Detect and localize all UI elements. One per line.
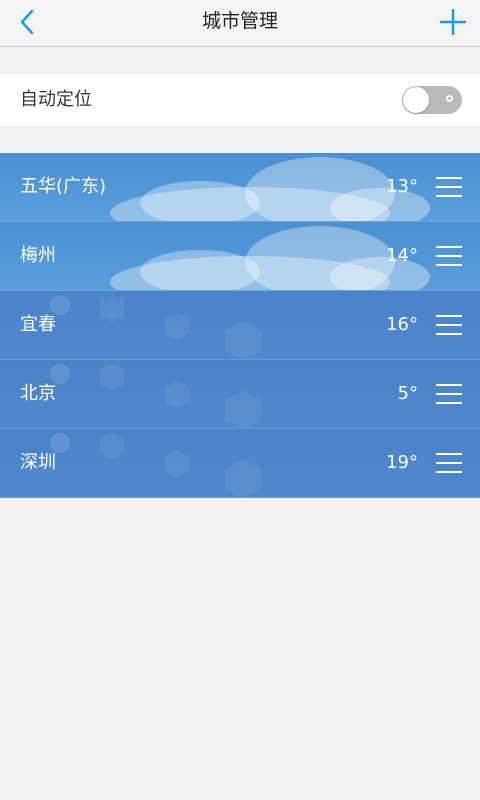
city-list: 五华(广东) 13° 梅州 14° 宜春 16° 北京 5° 深圳 19° bbox=[0, 153, 480, 498]
city-temperature: 14° bbox=[386, 245, 418, 266]
city-name: 北京 bbox=[20, 383, 56, 404]
city-list-item[interactable]: 五华(广东) 13° bbox=[0, 153, 480, 222]
add-city-button[interactable] bbox=[436, 4, 470, 40]
auto-locate-label: 自动定位 bbox=[20, 89, 92, 110]
city-list-item[interactable]: 北京 5° bbox=[0, 360, 480, 429]
city-temperature: 16° bbox=[386, 314, 418, 335]
drag-handle-icon[interactable] bbox=[436, 384, 462, 404]
auto-locate-toggle[interactable] bbox=[402, 86, 462, 114]
drag-handle-icon[interactable] bbox=[436, 315, 462, 335]
auto-locate-row: 自动定位 bbox=[0, 74, 480, 126]
page-title: 城市管理 bbox=[201, 10, 278, 32]
city-temperature: 5° bbox=[397, 383, 418, 404]
city-list-item[interactable]: 梅州 14° bbox=[0, 222, 480, 291]
drag-handle-icon[interactable] bbox=[436, 177, 462, 197]
city-name: 梅州 bbox=[20, 245, 56, 266]
city-name: 五华(广东) bbox=[20, 176, 107, 197]
plus-icon bbox=[440, 9, 466, 35]
city-temperature: 13° bbox=[386, 176, 418, 197]
drag-handle-icon[interactable] bbox=[436, 453, 462, 473]
app-header: 城市管理 bbox=[0, 0, 480, 47]
city-temperature: 19° bbox=[386, 452, 418, 473]
city-list-item[interactable]: 深圳 19° bbox=[0, 429, 480, 498]
toggle-off-icon bbox=[446, 95, 453, 102]
drag-handle-icon[interactable] bbox=[436, 246, 462, 266]
city-list-item[interactable]: 宜春 16° bbox=[0, 291, 480, 360]
toggle-knob bbox=[403, 87, 429, 113]
city-name: 深圳 bbox=[20, 452, 56, 473]
city-name: 宜春 bbox=[20, 314, 56, 335]
